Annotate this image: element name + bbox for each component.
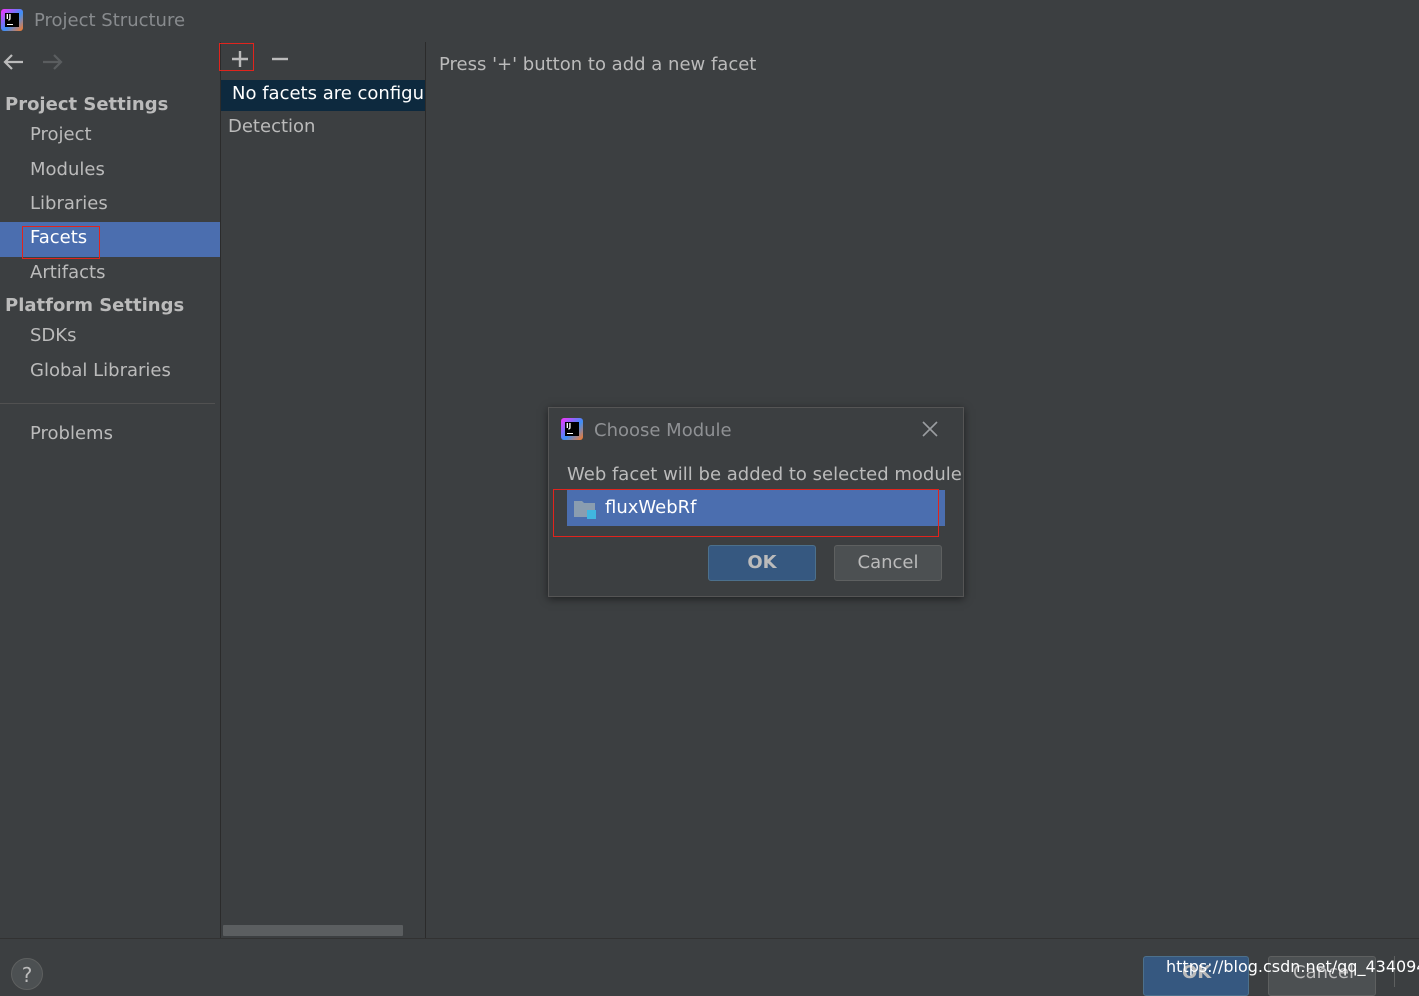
sidebar-item-modules[interactable]: Modules	[0, 154, 220, 189]
sidebar-item-artifacts[interactable]: Artifacts	[0, 257, 220, 292]
facets-panel	[221, 42, 425, 938]
add-facet-button[interactable]	[228, 47, 252, 71]
horizontal-scrollbar[interactable]	[223, 925, 403, 936]
sidebar-item-global-libraries[interactable]: Global Libraries	[0, 355, 220, 390]
dialog-message: Web facet will be added to selected modu…	[567, 464, 962, 485]
sidebar-item-label: Global Libraries	[30, 360, 171, 381]
close-icon	[922, 421, 938, 437]
module-folder-icon	[574, 501, 596, 519]
facet-list-item-label: No facets are configured	[232, 83, 425, 104]
facet-list-item-detection[interactable]: Detection	[228, 116, 315, 137]
plus-icon	[232, 51, 248, 67]
sidebar-item-label: Artifacts	[30, 262, 106, 283]
remove-facet-button[interactable]	[268, 47, 292, 71]
dialog-title: Choose Module	[594, 420, 732, 441]
intellij-logo-icon: IJ	[1, 9, 23, 31]
sidebar-item-problems[interactable]: Problems	[0, 418, 220, 453]
dialog-cancel-label: Cancel	[857, 552, 919, 573]
module-label: fluxWebRf	[605, 497, 697, 518]
forward-button[interactable]	[40, 50, 64, 74]
platform-settings-heading: Platform Settings	[5, 295, 185, 316]
back-button[interactable]	[2, 50, 26, 74]
sidebar-item-project[interactable]: Project	[0, 119, 220, 154]
window-title: Project Structure	[34, 10, 186, 31]
title-bar: IJ Project Structure	[0, 0, 1419, 42]
intellij-logo-icon: IJ	[561, 418, 583, 440]
empty-state-hint: Press '+' button to add a new facet	[439, 54, 757, 75]
sidebar-divider	[0, 403, 215, 404]
help-button[interactable]: ?	[11, 958, 43, 990]
minus-icon	[272, 57, 288, 61]
divider	[425, 42, 426, 938]
dialog-ok-label: OK	[747, 552, 777, 573]
arrow-left-icon	[3, 54, 23, 70]
sidebar-item-label: Libraries	[30, 193, 108, 214]
facet-list-item-empty[interactable]: No facets are configured	[221, 80, 425, 111]
sidebar-item-facets[interactable]: Facets	[0, 222, 220, 257]
arrow-right-icon	[43, 54, 63, 70]
sidebar-item-label: SDKs	[30, 325, 77, 346]
watermark: https://blog.csdn.net/qq_43409401	[1166, 957, 1419, 976]
project-settings-heading: Project Settings	[5, 94, 169, 115]
sidebar-item-label: Modules	[30, 159, 105, 180]
choose-module-dialog: IJ Choose Module Web facet will be added…	[548, 407, 964, 597]
sidebar-item-sdks[interactable]: SDKs	[0, 320, 220, 355]
module-list-item[interactable]: fluxWebRf	[567, 490, 945, 526]
sidebar-item-label: Project	[30, 124, 92, 145]
dialog-cancel-button[interactable]: Cancel	[834, 545, 942, 581]
sidebar-item-libraries[interactable]: Libraries	[0, 188, 220, 223]
dialog-close-button[interactable]	[919, 418, 941, 440]
sidebar-item-label: Facets	[30, 227, 88, 248]
sidebar-item-label: Problems	[30, 423, 113, 444]
dialog-ok-button[interactable]: OK	[708, 545, 816, 581]
